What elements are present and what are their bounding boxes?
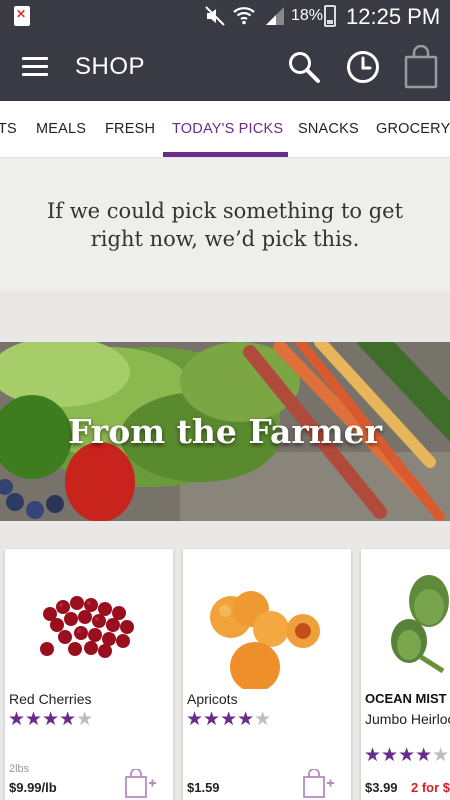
category-tabs: TS MEALS FRESH TODAY'S PICKS SNACKS GROC… (0, 101, 450, 158)
product-size: 2lbs (9, 763, 30, 775)
product-carousel: Red Cherries ★★★★★ 2lbs $9.99/lb Apricot… (0, 521, 450, 800)
product-card[interactable]: OCEAN MIST FA Jumbo Heirloo Artichoke ★★… (361, 549, 450, 800)
product-name: Red Cherries (9, 691, 92, 707)
section-spacer (0, 291, 450, 342)
farmer-banner[interactable]: From the Farmer (0, 342, 450, 521)
intro-text: If we could pick something to get right … (46, 198, 404, 251)
deal-badge: 2 for $6 (411, 780, 450, 795)
clock-icon[interactable] (346, 50, 380, 89)
battery-icon (324, 5, 336, 27)
active-tab-indicator (163, 152, 288, 157)
product-card[interactable]: Red Cherries ★★★★★ 2lbs $9.99/lb (5, 549, 173, 800)
status-bar: 18% 12:25 PM (0, 0, 450, 33)
shopping-bag-icon[interactable] (404, 44, 438, 94)
tab-grocery[interactable]: GROCERY (376, 101, 450, 157)
banner-title: From the Farmer (67, 412, 383, 451)
artichoke-image (391, 575, 449, 674)
tab-todays-picks[interactable]: TODAY'S PICKS (172, 101, 283, 157)
product-price: $3.99 (365, 780, 398, 795)
mute-icon (204, 5, 226, 33)
product-name: Apricots (187, 691, 238, 707)
product-rating: ★★★★★ (364, 745, 450, 766)
clock-time: 12:25 PM (346, 4, 441, 29)
product-rating: ★★★★★ (186, 709, 272, 730)
product-brand: OCEAN MIST FA (365, 691, 450, 706)
apricots-image (210, 591, 320, 689)
tab-partial[interactable]: TS (0, 101, 17, 157)
add-to-bag-icon[interactable] (125, 768, 157, 800)
wifi-icon (232, 3, 256, 32)
product-rating: ★★★★★ (8, 709, 94, 730)
page-title: SHOP (75, 53, 146, 80)
battery-percent: 18% (291, 7, 324, 24)
search-icon[interactable] (287, 50, 321, 89)
tab-snacks[interactable]: SNACKS (298, 101, 359, 157)
product-price: $9.99/lb (9, 780, 57, 795)
product-card[interactable]: Apricots ★★★★★ $1.59 (183, 549, 351, 800)
product-price: $1.59 (187, 780, 220, 795)
intro-section: If we could pick something to get right … (0, 158, 450, 291)
add-to-bag-icon[interactable] (303, 768, 335, 800)
app-bar: SHOP (0, 33, 450, 101)
hamburger-icon[interactable] (22, 57, 48, 77)
notification-icon (14, 6, 30, 26)
tab-meals[interactable]: MEALS (36, 101, 86, 157)
tab-fresh[interactable]: FRESH (105, 101, 155, 157)
cherries-image (40, 596, 134, 658)
signal-icon (264, 6, 286, 31)
product-name: Jumbo Heirloo Artichoke (365, 711, 450, 727)
